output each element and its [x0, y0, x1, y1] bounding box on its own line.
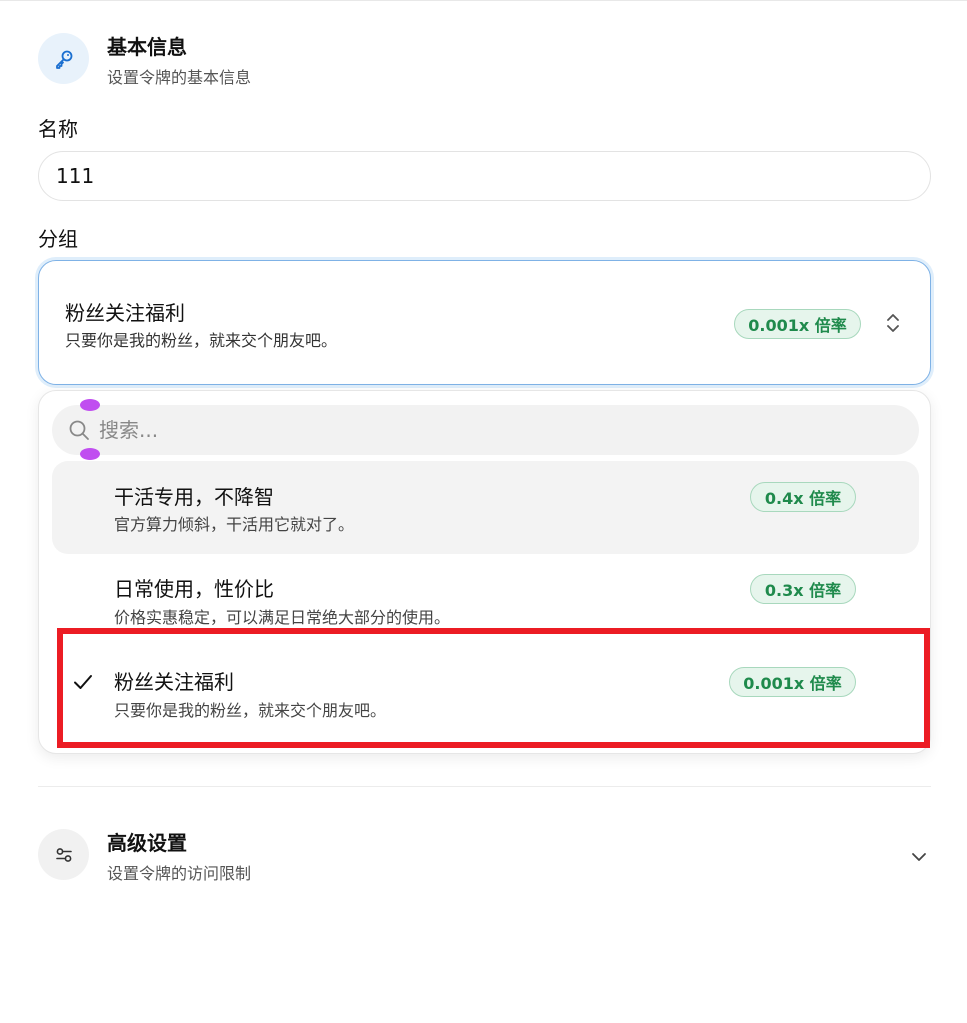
selected-group-rate-badge: 0.001x 倍率: [734, 309, 861, 339]
basic-info-subtitle: 设置令牌的基本信息: [107, 68, 252, 87]
group-select[interactable]: 粉丝关注福利 只要你是我的粉丝，就来交个朋友吧。 0.001x 倍率: [38, 260, 931, 385]
chevron-up-down-icon[interactable]: [883, 311, 903, 335]
selected-group-title: 粉丝关注福利: [65, 301, 185, 325]
selected-group-description: 只要你是我的粉丝，就来交个朋友吧。: [65, 331, 338, 350]
advanced-settings-title: 高级设置: [107, 831, 187, 855]
group-label: 分组: [38, 227, 78, 251]
group-option-rate-badge: 0.4x 倍率: [750, 482, 856, 512]
advanced-settings-subtitle: 设置令牌的访问限制: [107, 864, 252, 883]
section-divider: [38, 786, 931, 787]
highlight-annotation-box: [57, 628, 930, 748]
search-input[interactable]: [99, 405, 899, 455]
key-icon: [38, 33, 89, 84]
group-option-description: 官方算力倾斜，干活用它就对了。: [114, 515, 355, 534]
selection-handle-bottom[interactable]: [80, 448, 100, 460]
basic-info-title: 基本信息: [107, 35, 187, 59]
group-option-description: 价格实惠稳定，可以满足日常绝大部分的使用。: [114, 608, 451, 627]
group-option-title: 日常使用，性价比: [114, 577, 274, 601]
group-option-rate-badge: 0.3x 倍率: [750, 574, 856, 604]
name-label: 名称: [38, 117, 78, 141]
sliders-icon: [38, 829, 89, 880]
search-icon: [67, 418, 91, 446]
group-option[interactable]: 干活专用，不降智 官方算力倾斜，干活用它就对了。 0.4x 倍率: [52, 461, 919, 554]
advanced-settings-header[interactable]: 高级设置 设置令牌的访问限制: [38, 829, 251, 884]
top-divider: [0, 0, 967, 1]
selection-handle-top[interactable]: [80, 399, 100, 411]
name-input[interactable]: [38, 151, 931, 201]
chevron-down-icon[interactable]: [908, 848, 930, 870]
dropdown-search[interactable]: [52, 399, 919, 460]
basic-info-header: 基本信息 设置令牌的基本信息: [38, 33, 251, 88]
group-option-title: 干活专用，不降智: [114, 485, 274, 509]
